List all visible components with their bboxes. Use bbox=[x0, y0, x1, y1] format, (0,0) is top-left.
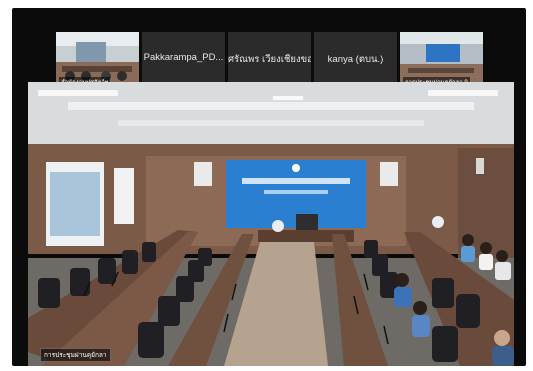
participant-name: Pakkarampa_PD... bbox=[143, 52, 224, 63]
participant-strip: สำนักงานปศุสัตว์ฯ Pakkarampa_PD... ศรัณพ… bbox=[56, 32, 483, 89]
participant-tile[interactable]: การประชุมผ่านคุยักลา 9 bbox=[400, 32, 483, 89]
participant-tile[interactable]: Pakkarampa_PD... bbox=[142, 32, 225, 89]
participant-name: kanya (ตบน.) bbox=[327, 54, 384, 65]
participant-tile[interactable]: ศรัณพร เวียงเชียงของ bbox=[228, 32, 311, 89]
main-video[interactable]: การประชุมผ่านคุยักลา bbox=[28, 82, 514, 366]
main-video-caption: การประชุมผ่านคุยักลา bbox=[40, 348, 111, 362]
participant-tile[interactable]: kanya (ตบน.) bbox=[314, 32, 397, 89]
meeting-room-video bbox=[28, 82, 514, 366]
participant-name: ศรัณพร เวียงเชียงของ bbox=[228, 54, 311, 65]
video-conference-window: สำนักงานปศุสัตว์ฯ Pakkarampa_PD... ศรัณพ… bbox=[12, 8, 526, 366]
participant-tile[interactable]: สำนักงานปศุสัตว์ฯ bbox=[56, 32, 139, 89]
